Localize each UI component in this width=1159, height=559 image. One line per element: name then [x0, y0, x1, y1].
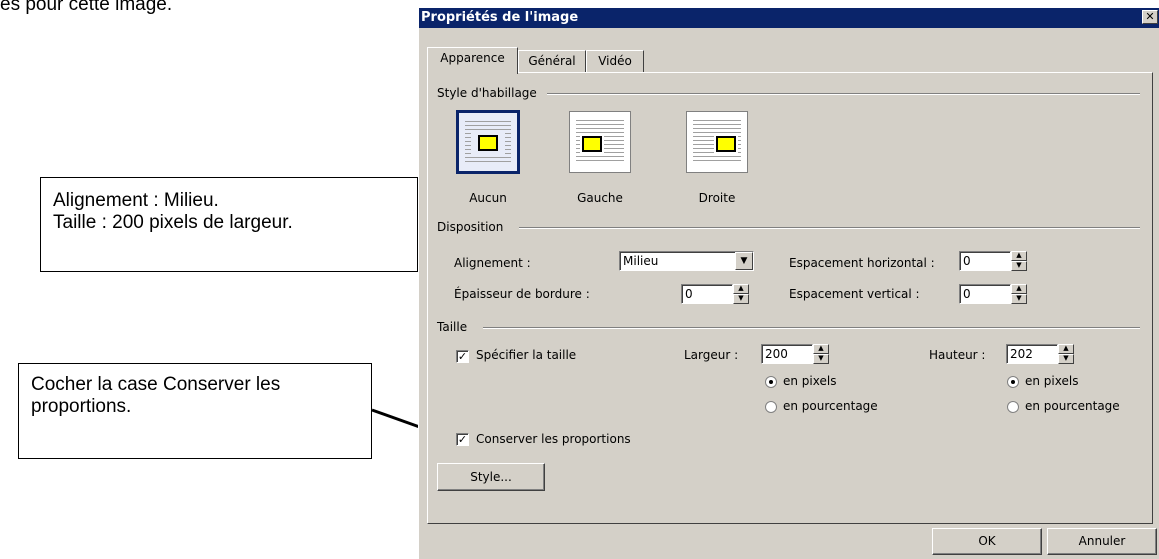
- cancel-button[interactable]: Annuler: [1047, 528, 1157, 555]
- height-field[interactable]: 202: [1006, 344, 1058, 364]
- spin-up-icon[interactable]: ▲: [1058, 344, 1074, 354]
- size-group-label: Taille: [437, 320, 468, 334]
- alignment-label: Alignement :: [454, 256, 531, 270]
- vertical-spacing-label: Espacement vertical :: [789, 287, 920, 301]
- border-thickness-field[interactable]: 0: [681, 284, 733, 304]
- document-top-text: es pour cette image.: [0, 0, 173, 15]
- alignment-select-value: Milieu: [623, 254, 659, 268]
- height-label: Hauteur :: [929, 348, 986, 362]
- vertical-spacing-spinner[interactable]: ▲ ▼: [1011, 284, 1027, 304]
- border-thickness-label: Épaisseur de bordure :: [454, 287, 590, 301]
- wrap-left-label: Gauche: [577, 191, 623, 205]
- border-thickness-spinner[interactable]: ▲ ▼: [733, 284, 749, 304]
- wrap-right-button[interactable]: [686, 111, 748, 173]
- height-pixels-label: en pixels: [1025, 374, 1079, 388]
- image-placeholder-icon: [478, 135, 498, 151]
- callout-proportions: Cocher la case Conserver les proportions…: [18, 363, 372, 459]
- ok-button[interactable]: OK: [932, 528, 1042, 555]
- callout-alignment: Alignement : Milieu. Taille : 200 pixels…: [40, 177, 418, 272]
- horizontal-spacing-spinner[interactable]: ▲ ▼: [1011, 251, 1027, 271]
- spin-down-icon[interactable]: ▼: [1058, 354, 1074, 364]
- width-pixels-label: en pixels: [783, 374, 837, 388]
- callout-alignment-line1: Alignement : Milieu.: [53, 190, 219, 211]
- divider: [519, 227, 1140, 229]
- keep-proportions-label: Conserver les proportions: [476, 432, 631, 446]
- spin-up-icon[interactable]: ▲: [813, 344, 829, 354]
- chevron-down-icon[interactable]: ▼: [735, 252, 753, 270]
- specify-size-checkbox[interactable]: ✓: [456, 350, 469, 363]
- tab-apparence[interactable]: Apparence: [427, 47, 518, 74]
- image-properties-dialog: Propriétés de l'image ✕ Apparence Généra…: [418, 8, 1159, 559]
- callout-alignment-line2: Taille : 200 pixels de largeur.: [53, 212, 293, 233]
- divider: [483, 327, 1140, 329]
- dialog-titlebar[interactable]: Propriétés de l'image ✕: [419, 8, 1159, 28]
- width-percent-label: en pourcentage: [783, 399, 878, 413]
- width-percent-radio[interactable]: [765, 401, 777, 413]
- spin-down-icon[interactable]: ▼: [1011, 294, 1027, 304]
- spin-up-icon[interactable]: ▲: [733, 284, 749, 294]
- height-spinner[interactable]: ▲ ▼: [1058, 344, 1074, 364]
- dialog-title: Propriétés de l'image: [421, 10, 579, 25]
- wrap-style-group-label: Style d'habillage: [437, 86, 537, 100]
- wrap-right-label: Droite: [698, 191, 736, 205]
- wrap-none-button[interactable]: [456, 110, 520, 174]
- spin-up-icon[interactable]: ▲: [1011, 284, 1027, 294]
- layout-group-label: Disposition: [437, 220, 504, 234]
- tab-general-label: Général: [528, 54, 576, 68]
- vertical-spacing-field[interactable]: 0: [959, 284, 1011, 304]
- width-pixels-radio[interactable]: [765, 376, 777, 388]
- tab-general[interactable]: Général: [518, 50, 586, 72]
- spin-down-icon[interactable]: ▼: [813, 354, 829, 364]
- tab-video[interactable]: Vidéo: [586, 50, 644, 72]
- callout-proportions-line2: proportions.: [31, 396, 132, 417]
- wrap-none-label: Aucun: [469, 191, 507, 205]
- width-field[interactable]: 200: [761, 344, 813, 364]
- callout-proportions-line1: Cocher la case Conserver les: [31, 374, 281, 395]
- spin-down-icon[interactable]: ▼: [733, 294, 749, 304]
- spin-up-icon[interactable]: ▲: [1011, 251, 1027, 261]
- height-percent-radio[interactable]: [1007, 401, 1019, 413]
- width-spinner[interactable]: ▲ ▼: [813, 344, 829, 364]
- image-placeholder-icon: [582, 136, 602, 152]
- close-icon[interactable]: ✕: [1142, 10, 1158, 24]
- wrap-left-button[interactable]: [569, 111, 631, 173]
- tab-apparence-label: Apparence: [440, 51, 505, 65]
- specify-size-label: Spécifier la taille: [476, 348, 577, 362]
- image-placeholder-icon: [716, 136, 736, 152]
- keep-proportions-checkbox[interactable]: ✓: [456, 433, 469, 446]
- style-button[interactable]: Style...: [437, 463, 545, 491]
- spin-down-icon[interactable]: ▼: [1011, 261, 1027, 271]
- horizontal-spacing-label: Espacement horizontal :: [789, 256, 935, 270]
- width-label: Largeur :: [684, 348, 739, 362]
- horizontal-spacing-field[interactable]: 0: [959, 251, 1011, 271]
- tab-video-label: Vidéo: [598, 54, 632, 68]
- height-percent-label: en pourcentage: [1025, 399, 1120, 413]
- alignment-select[interactable]: Milieu ▼: [619, 251, 754, 271]
- height-pixels-radio[interactable]: [1007, 376, 1019, 388]
- divider: [547, 93, 1140, 95]
